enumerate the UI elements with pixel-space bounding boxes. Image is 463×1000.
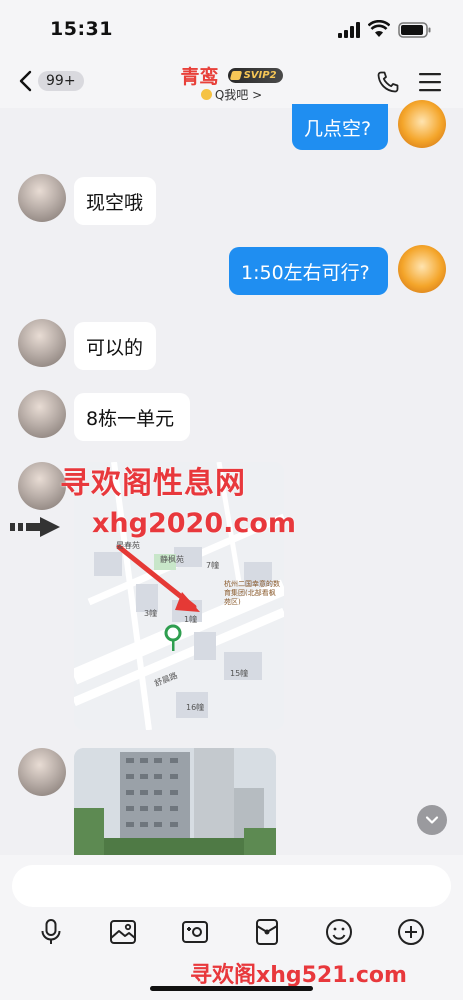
map-label: 15幢	[230, 669, 249, 678]
message-bubble-incoming[interactable]: 8栋一单元	[74, 393, 190, 441]
watermark-bottom: 寻欢阁xhg521.com	[190, 963, 407, 988]
status-text: Q我吧 >	[214, 88, 263, 102]
battery-icon	[398, 22, 431, 38]
contact-avatar[interactable]	[18, 174, 66, 222]
map-label: 晏春苑	[116, 541, 140, 550]
scroll-to-bottom-button[interactable]	[417, 805, 447, 835]
contact-avatar[interactable]	[18, 462, 66, 510]
contact-avatar[interactable]	[18, 390, 66, 438]
map-image-message[interactable]: 静枫苑 7幢 3幢 1幢 15幢 16幢 晏春苑 杭州二国幸意的数育集团(北部看…	[74, 462, 284, 730]
map-label: 16幢	[186, 703, 205, 712]
microphone-icon[interactable]	[36, 917, 66, 947]
my-avatar[interactable]	[398, 245, 446, 293]
menu-icon[interactable]	[418, 71, 442, 93]
contact-avatar[interactable]	[18, 319, 66, 367]
message-text: 1:50左右可行?	[241, 261, 370, 284]
message-bubble-incoming[interactable]: 现空哦	[74, 177, 156, 225]
message-text: 现空哦	[86, 191, 144, 214]
svip-badge: SVIP2	[227, 68, 283, 83]
signal-icon	[338, 22, 360, 38]
chat-header: 99+ 青鸾 SVIP2 Q我吧 >	[0, 58, 463, 108]
plus-icon[interactable]	[396, 917, 426, 947]
arrow-right-icon	[10, 517, 60, 537]
map-label: 杭州二国幸意的数育集团(北部看枫苑区)	[224, 580, 280, 606]
home-indicator[interactable]	[150, 986, 313, 991]
message-bubble-incoming[interactable]: 可以的	[74, 322, 156, 370]
message-text: 几点空?	[304, 117, 372, 140]
my-avatar[interactable]	[398, 100, 446, 148]
map-label: 7幢	[206, 561, 220, 570]
smiley-icon	[200, 89, 212, 100]
building-photo	[74, 748, 276, 858]
image-icon[interactable]	[108, 917, 138, 947]
status-time: 15:31	[50, 18, 113, 40]
message-bubble-outgoing[interactable]: 几点空?	[292, 104, 388, 150]
message-text: 8栋一单元	[86, 407, 175, 430]
camera-icon[interactable]	[180, 917, 210, 947]
chevron-down-icon	[425, 816, 439, 824]
contact-avatar[interactable]	[18, 748, 66, 796]
map-label: 静枫苑	[160, 555, 184, 564]
emoji-icon[interactable]	[324, 917, 354, 947]
wifi-icon	[368, 20, 390, 37]
message-bubble-outgoing[interactable]: 1:50左右可行?	[229, 247, 388, 295]
phone-icon[interactable]	[376, 70, 400, 94]
message-input[interactable]	[12, 865, 451, 907]
message-text: 可以的	[86, 336, 144, 359]
watermark-url: xhg2020.com	[92, 508, 297, 539]
red-packet-icon[interactable]	[252, 917, 282, 947]
status-bar: 15:31	[0, 0, 463, 58]
contact-name[interactable]: 青鸾	[180, 66, 218, 88]
photo-image-message[interactable]	[74, 748, 276, 858]
map-label: 1幢	[184, 615, 198, 624]
watermark-text: 寻欢阁性息网	[60, 466, 246, 501]
map-label: 3幢	[144, 609, 158, 618]
